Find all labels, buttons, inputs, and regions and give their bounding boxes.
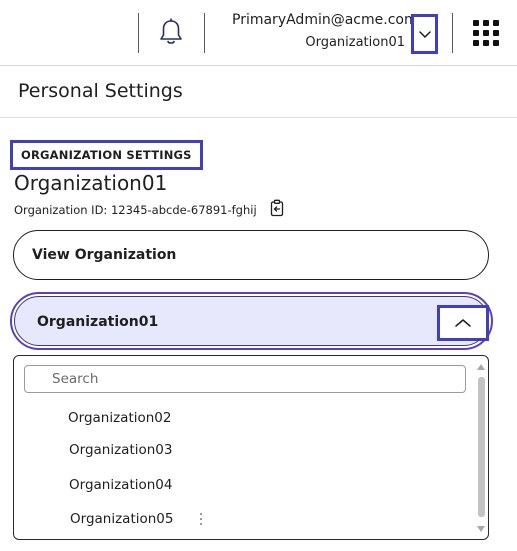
header-divider [204,13,205,53]
organization-id: Organization ID: 12345-abcde-67891-fghij [14,203,257,217]
header-divider [452,13,453,53]
chevron-down-icon [418,31,431,38]
organization-name: Organization01 [14,171,168,195]
dropdown-option[interactable]: Organization02 [68,410,172,426]
scroll-down-icon[interactable] [477,526,485,532]
organization-selector[interactable]: Organization01 [10,292,493,350]
header-divider [138,13,139,53]
dropdown-option[interactable]: Organization03 [69,442,173,458]
top-header: PrimaryAdmin@acme.com Organization01 [0,0,517,66]
user-email: PrimaryAdmin@acme.com [232,12,418,28]
page-title: Personal Settings [18,80,183,102]
more-vertical-icon [199,513,203,525]
clipboard-copy-icon[interactable] [268,199,286,217]
bell-icon[interactable] [157,17,185,47]
scrollbar-thumb[interactable] [478,377,485,517]
organization-dropdown: Organization02 Organization03 Organizati… [13,355,489,540]
organization-selector-toggle[interactable] [437,305,489,341]
scrollbar[interactable] [476,360,486,536]
selected-organization: Organization01 [37,314,159,330]
section-label: ORGANIZATION SETTINGS [10,140,203,170]
search-input[interactable] [24,365,466,393]
dropdown-option[interactable]: Organization04 [69,477,173,493]
scroll-up-icon[interactable] [477,364,485,370]
organization-selector-field[interactable]: Organization01 [14,296,489,346]
view-organization-button[interactable]: View Organization [13,230,489,280]
user-organization: Organization01 [305,35,405,50]
dropdown-option[interactable]: Organization05 [70,511,174,527]
account-menu-toggle[interactable] [411,14,438,54]
divider [0,117,517,118]
chevron-up-icon [455,319,471,327]
grid-icon[interactable] [473,20,499,46]
